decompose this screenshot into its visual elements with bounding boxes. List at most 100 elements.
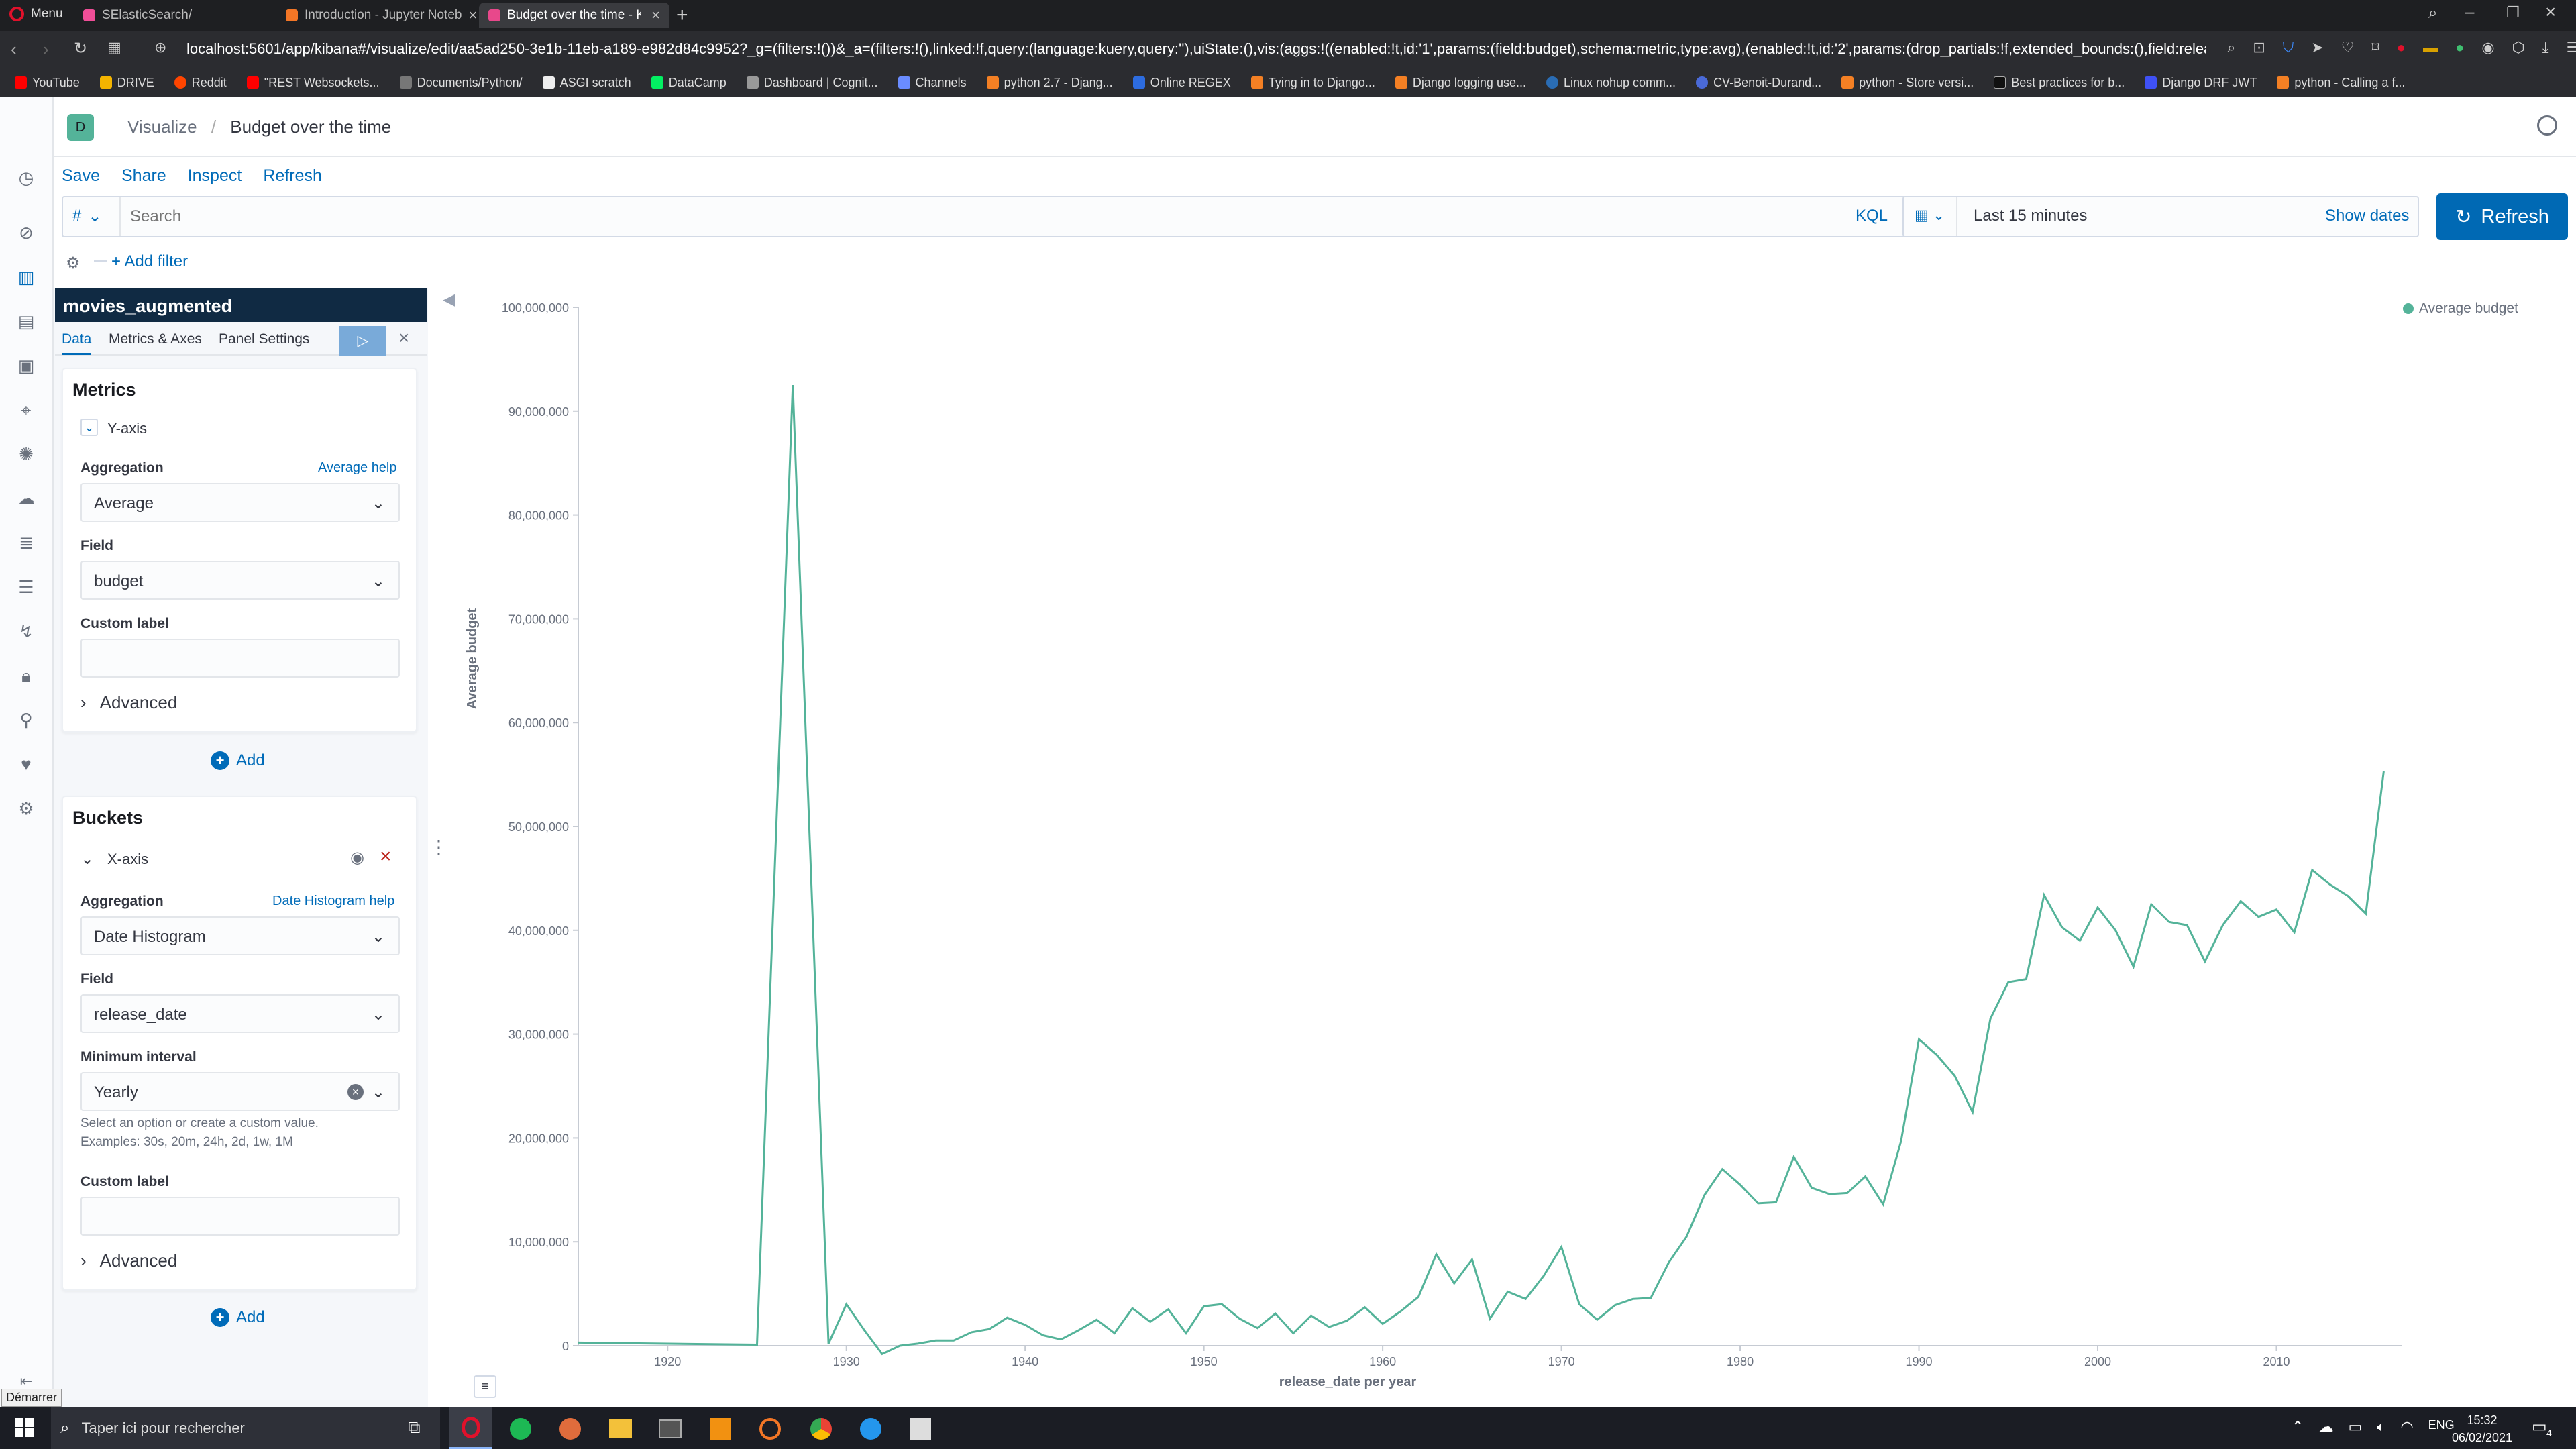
infrastructure-icon[interactable]: ☁ <box>16 488 36 508</box>
series-line-average-budget[interactable] <box>578 385 2385 1356</box>
taskbar-app-opera[interactable] <box>449 1407 492 1449</box>
canvas-icon[interactable]: ▣ <box>16 356 36 376</box>
sublime-text-icon[interactable] <box>710 1418 731 1440</box>
wifi-icon[interactable]: ◠ <box>2400 1418 2413 1436</box>
chevron-down-icon[interactable]: ⌄ <box>80 849 94 869</box>
browser-menu-button[interactable]: Menu <box>9 7 63 21</box>
heart-icon[interactable]: ♡ <box>2341 39 2355 56</box>
logs-icon[interactable]: ≣ <box>16 533 36 553</box>
vpn-shield-icon[interactable]: ⛉ <box>2283 39 2294 56</box>
save-link[interactable]: Save <box>62 166 100 186</box>
ml-icon[interactable]: ✺ <box>16 444 36 464</box>
chart-legend[interactable]: Average budget <box>2403 301 2518 317</box>
app-icon[interactable] <box>559 1418 581 1440</box>
breadcrumb-visualize[interactable]: Visualize <box>127 117 197 137</box>
restore-window-icon[interactable]: ❐ <box>2506 4 2520 21</box>
date-histogram-help-link[interactable]: Date Histogram help <box>272 894 394 909</box>
bookmark-item[interactable]: ASGI scratch <box>542 76 631 90</box>
advanced-toggle[interactable]: › Advanced <box>80 692 177 713</box>
new-tab-button[interactable]: + <box>676 4 688 27</box>
download-icon[interactable]: ⤓ <box>2542 39 2549 56</box>
speed-dial-icon[interactable]: ▦ <box>107 39 121 56</box>
maps-icon[interactable]: ⌖ <box>16 400 36 420</box>
average-help-link[interactable]: Average help <box>318 460 397 476</box>
add-metric-button[interactable]: + Add <box>211 751 265 770</box>
show-hidden-icons-chevron-icon[interactable]: ⌃ <box>2292 1418 2304 1436</box>
spotify-icon[interactable] <box>510 1418 531 1440</box>
chrome-icon[interactable] <box>810 1418 832 1440</box>
notifications-icon[interactable]: ▭ <box>2532 1417 2547 1436</box>
forward-icon[interactable]: › <box>43 39 49 60</box>
help-menu-icon[interactable] <box>2537 115 2557 136</box>
bookmark-item[interactable]: Tying in to Django... <box>1250 76 1375 90</box>
terminal-icon[interactable] <box>659 1419 682 1438</box>
show-dates-button[interactable]: Show dates <box>2325 207 2409 225</box>
share-link[interactable]: Share <box>121 166 166 186</box>
close-tab-icon[interactable]: × <box>651 7 660 24</box>
taskbar-search[interactable]: ⌕ Taper ici pour rechercher <box>51 1407 440 1449</box>
advanced-toggle[interactable]: › Advanced <box>80 1250 177 1271</box>
uptime-icon[interactable]: ↯ <box>16 621 36 641</box>
kql-toggle[interactable]: KQL <box>1856 207 1888 225</box>
quick-menu-calendar-icon[interactable]: ▦ ⌄ <box>1904 197 1957 236</box>
bookmark-item[interactable]: Django logging use... <box>1395 76 1526 90</box>
x-axis-accordion[interactable]: X-axis <box>107 851 148 868</box>
custom-label-input[interactable] <box>80 639 400 678</box>
flow-icon[interactable]: ◉ <box>2481 39 2494 56</box>
bookmark-icon[interactable]: ⌑ <box>2371 39 2379 56</box>
send-icon[interactable]: ➤ <box>2311 39 2323 56</box>
bookmark-item[interactable]: Django DRF JWT <box>2145 76 2257 90</box>
bucket-aggregation-select[interactable]: Date Histogram ⌄ <box>80 916 400 955</box>
app-window-icon[interactable] <box>910 1418 931 1440</box>
discover-compass-icon[interactable]: ⊘ <box>16 223 36 243</box>
aggregation-select[interactable]: Average ⌄ <box>80 483 400 522</box>
tab-metrics-axes[interactable]: Metrics & Axes <box>109 331 202 347</box>
chevron-down-icon[interactable]: ⌄ <box>80 419 98 436</box>
search-page-icon[interactable]: ⌕ <box>2227 39 2235 56</box>
settings-icon[interactable]: ☰ <box>2567 39 2576 56</box>
docker-icon[interactable] <box>860 1418 881 1440</box>
tab-panel-settings[interactable]: Panel Settings <box>219 331 309 347</box>
refresh-button[interactable]: ↻ Refresh <box>2436 193 2568 240</box>
space-avatar[interactable]: D <box>67 114 94 141</box>
add-bucket-button[interactable]: + Add <box>211 1308 265 1327</box>
clear-icon[interactable]: × <box>347 1084 364 1100</box>
add-filter-button[interactable]: + Add filter <box>111 252 188 271</box>
windows-start-icon[interactable] <box>15 1418 34 1437</box>
discard-close-icon[interactable]: × <box>398 327 409 349</box>
dashboard-icon[interactable]: ▤ <box>16 311 36 331</box>
toggle-visibility-eye-icon[interactable]: ◉ <box>350 848 364 867</box>
y-axis-accordion[interactable]: Y-axis <box>107 420 147 437</box>
bookmark-item[interactable]: Online REGEX <box>1132 76 1231 90</box>
bookmark-item[interactable]: "REST Websockets... <box>246 76 380 90</box>
siem-lock-icon[interactable]: 🔒︎ <box>16 665 36 686</box>
bookmark-item[interactable]: python 2.7 - Djang... <box>986 76 1113 90</box>
task-view-icon[interactable]: ⧉ <box>408 1417 421 1438</box>
bookmark-item[interactable]: YouTube <box>15 76 80 90</box>
bookmark-item[interactable]: Dashboard | Cognit... <box>746 76 878 90</box>
filter-options-gear-icon[interactable]: ⚙ <box>66 254 80 273</box>
time-range-label[interactable]: Last 15 minutes <box>1974 207 2087 225</box>
inspect-link[interactable]: Inspect <box>188 166 242 186</box>
site-info-icon[interactable]: ⊕ <box>154 39 166 56</box>
tab-data[interactable]: Data <box>62 331 92 355</box>
volume-icon[interactable]: 🔈︎ <box>2377 1418 2385 1436</box>
bookmark-item[interactable]: Reddit <box>174 76 227 90</box>
url-field[interactable]: localhost:5601/app/kibana#/visualize/edi… <box>186 40 2206 58</box>
red-extension-icon[interactable]: ● <box>2397 39 2406 56</box>
bookmark-item[interactable]: Linux nohup comm... <box>1546 76 1676 90</box>
minimize-window-icon[interactable]: – <box>2465 1 2474 22</box>
remove-bucket-icon[interactable]: × <box>380 845 392 868</box>
green-extension-icon[interactable]: ● <box>2455 39 2464 56</box>
close-window-icon[interactable]: × <box>2545 1 2556 23</box>
saved-query-button[interactable]: # ⌄ <box>72 207 101 226</box>
browser-tab[interactable]: SElasticSearch/ <box>74 3 275 28</box>
docker-tray-icon[interactable]: ☁ <box>2318 1418 2333 1436</box>
custom-label-input[interactable] <box>80 1197 400 1236</box>
battery-icon[interactable]: ▭ <box>2348 1418 2362 1436</box>
reload-icon[interactable]: ↻ <box>74 39 87 58</box>
browser-tab[interactable]: Introduction - Jupyter Noteb × <box>276 3 478 28</box>
visualize-icon[interactable]: ▥ <box>16 267 36 287</box>
recent-clock-icon[interactable]: ◷ <box>16 168 36 188</box>
bookmark-item[interactable]: DRIVE <box>99 76 154 90</box>
